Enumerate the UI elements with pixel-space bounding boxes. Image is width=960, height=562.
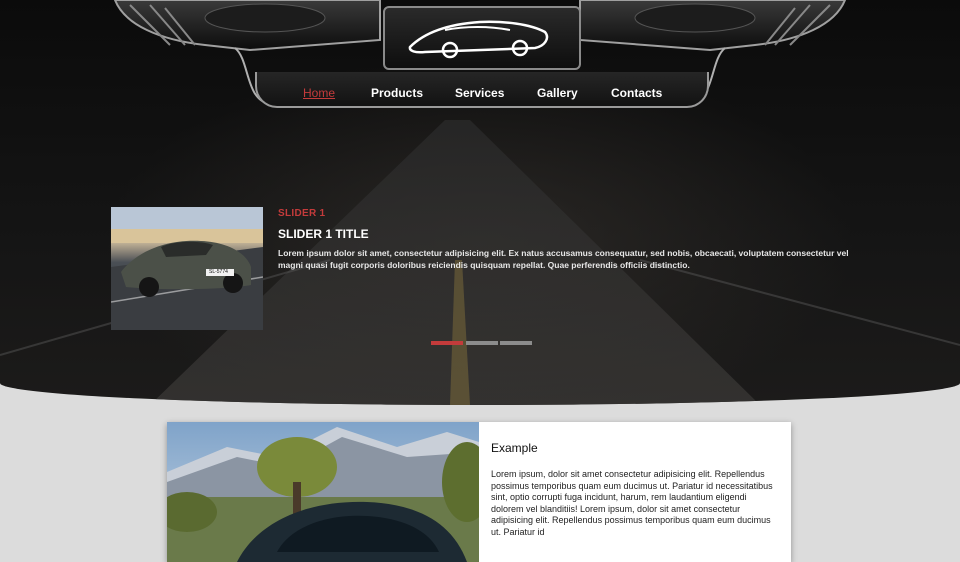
card-image [167,422,479,562]
license-plate: SL-5774 [209,269,228,275]
main-nav: Home Products Services Gallery Contacts [255,72,709,108]
slider-text: Lorem ipsum dolor sit amet, consectetur … [278,248,849,270]
nav-item-products[interactable]: Products [371,86,423,100]
slider-title: SLIDER 1 TITLE [278,227,369,241]
example-card: Example Lorem ipsum, dolor sit amet cons… [167,422,791,562]
slider-dot-3[interactable] [500,341,532,345]
nav-item-home[interactable]: Home [303,86,335,100]
hero-section: Home Products Services Gallery Contacts … [0,0,960,405]
card-title: Example [491,441,538,455]
brand-logo[interactable] [383,6,581,70]
card-text: Lorem ipsum, dolor sit amet consectetur … [491,469,773,537]
slider-dot-1[interactable] [431,341,463,345]
slider-dot-2[interactable] [466,341,498,345]
nav-item-services[interactable]: Services [455,86,504,100]
slider-kicker: SLIDER 1 [278,208,326,219]
slider-image[interactable]: SL-5774 [111,207,263,330]
nav-item-gallery[interactable]: Gallery [537,86,578,100]
nav-item-contacts[interactable]: Contacts [611,86,662,100]
car-logo-icon [408,20,549,59]
